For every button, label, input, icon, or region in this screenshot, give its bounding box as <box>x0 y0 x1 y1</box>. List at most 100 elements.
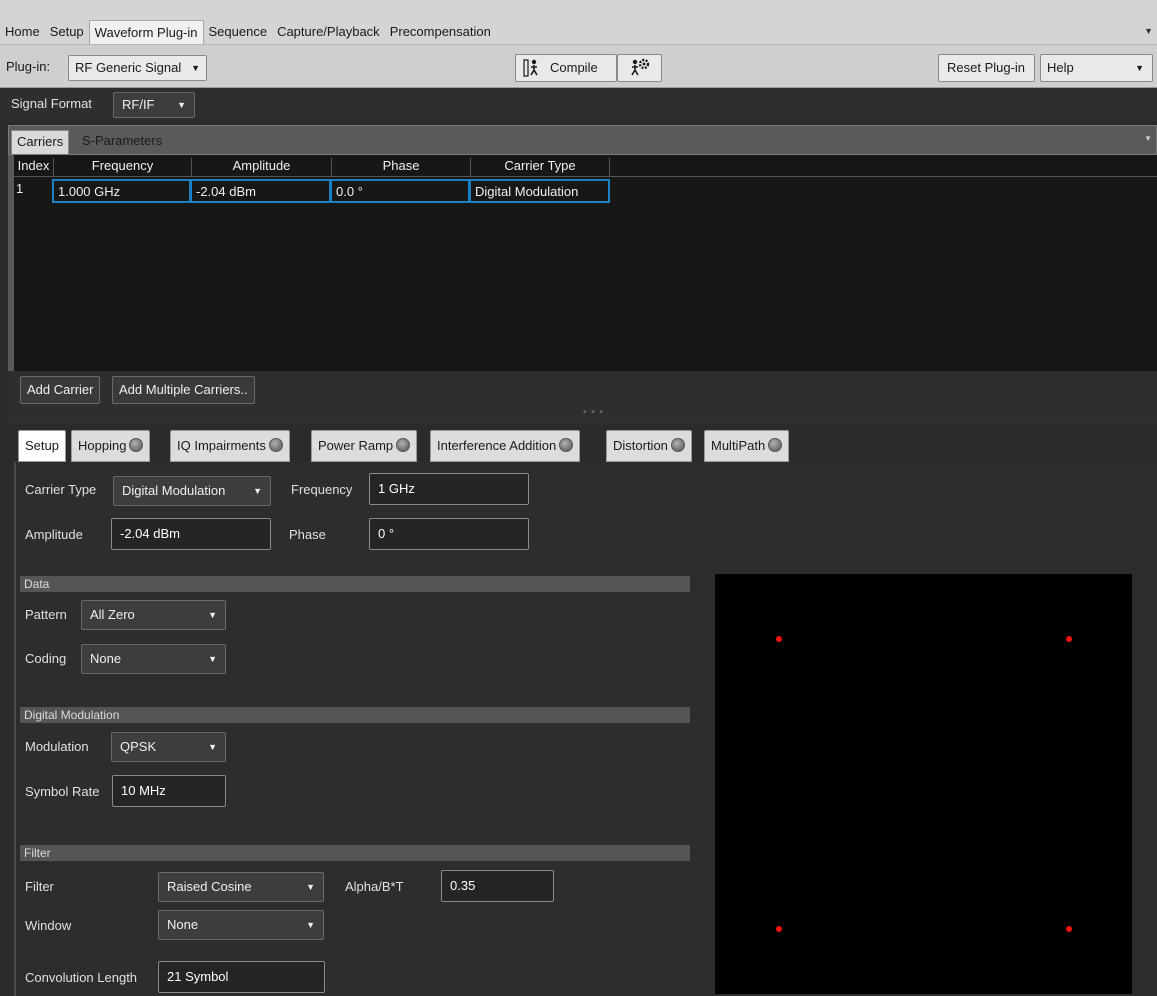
pattern-value: All Zero <box>90 607 135 622</box>
pattern-dropdown[interactable]: All Zero ▼ <box>81 600 226 630</box>
alpha-label: Alpha/B*T <box>345 879 404 894</box>
add-multiple-carriers-button[interactable]: Add Multiple Carriers.. <box>112 376 255 404</box>
coding-dropdown[interactable]: None ▼ <box>81 644 226 674</box>
main-menu-bar: Home Setup Waveform Plug-in Sequence Cap… <box>0 0 1157 44</box>
carrier-table: Index Frequency Amplitude Phase Carrier … <box>8 155 1157 371</box>
signal-format-dropdown[interactable]: RF/IF ▼ <box>113 92 195 118</box>
filter-dropdown[interactable]: Raised Cosine ▼ <box>158 872 324 902</box>
splitter-grip-icon[interactable]: • • • <box>583 407 604 418</box>
plugin-dropdown[interactable]: RF Generic Signal ▼ <box>68 55 207 81</box>
carrier-type-label: Carrier Type <box>25 482 97 497</box>
tab-label: IQ Impairments <box>177 438 266 453</box>
menu-precompensation[interactable]: Precompensation <box>385 20 496 44</box>
tab-power-ramp[interactable]: Power Ramp <box>311 430 418 462</box>
constellation-diagram <box>715 574 1132 994</box>
cell-frequency[interactable]: 1.000 GHz <box>52 179 191 203</box>
filter-value: Raised Cosine <box>167 879 252 894</box>
cell-phase[interactable]: 0.0 ° <box>330 179 470 203</box>
signal-format-label: Signal Format <box>11 96 92 111</box>
menu-home[interactable]: Home <box>0 20 45 44</box>
modulation-value: QPSK <box>120 739 157 754</box>
tab-carriers[interactable]: Carriers <box>11 130 70 154</box>
signal-format-bar: Signal Format RF/IF ▼ <box>0 88 1157 121</box>
tab-label: Hopping <box>78 438 127 453</box>
frequency-input[interactable]: 1 GHz <box>369 473 529 505</box>
symbol-rate-label: Symbol Rate <box>25 784 100 799</box>
modulation-dropdown[interactable]: QPSK ▼ <box>111 732 226 762</box>
gear-person-icon <box>631 58 650 76</box>
phase-input[interactable]: 0 ° <box>369 518 529 550</box>
chevron-down-icon: ▼ <box>1135 63 1144 73</box>
menu-sequence[interactable]: Sequence <box>204 20 273 44</box>
tab-multipath[interactable]: MultiPath <box>704 430 790 462</box>
carrier-tabs-bar: Carriers S-Parameters ▼ <box>8 125 1157 155</box>
symbol-rate-input[interactable]: 10 MHz <box>112 775 226 807</box>
amplitude-label: Amplitude <box>25 527 83 542</box>
cell-carrier-type[interactable]: Digital Modulation <box>469 179 610 203</box>
chevron-down-icon: ▼ <box>306 882 315 892</box>
cell-amplitude[interactable]: -2.04 dBm <box>190 179 331 203</box>
status-led-icon <box>768 438 783 452</box>
pattern-label: Pattern <box>25 607 67 622</box>
tab-hopping[interactable]: Hopping <box>71 430 151 462</box>
tab-label: Setup <box>25 438 59 453</box>
tab-distortion[interactable]: Distortion <box>606 430 692 462</box>
column-header-index[interactable]: Index <box>14 158 54 176</box>
column-header-frequency[interactable]: Frequency <box>54 158 192 176</box>
amplitude-input[interactable]: -2.04 dBm <box>111 518 271 550</box>
alpha-input[interactable]: 0.35 <box>441 870 554 902</box>
coding-value: None <box>90 651 122 666</box>
menu-capture-playback[interactable]: Capture/Playback <box>272 20 385 44</box>
coding-label: Coding <box>25 651 67 666</box>
constellation-point <box>1065 926 1072 932</box>
carrier-settings-tabs: Setup Hopping IQ Impairments Power Ramp … <box>8 426 1157 462</box>
menu-tabs: Home Setup Waveform Plug-in Sequence Cap… <box>0 20 496 44</box>
chevron-down-icon: ▼ <box>177 100 186 110</box>
chevron-down-icon: ▼ <box>306 920 315 930</box>
carrier-type-value: Digital Modulation <box>122 483 226 498</box>
tab-label: Interference Addition <box>437 438 557 453</box>
chevron-down-icon: ▼ <box>208 610 217 620</box>
tab-s-parameters[interactable]: S-Parameters <box>77 130 167 154</box>
modulation-label: Modulation <box>25 739 89 754</box>
convolution-length-input[interactable]: 21 Symbol <box>158 961 325 993</box>
chevron-down-icon: ▼ <box>191 63 200 73</box>
status-led-icon <box>396 438 411 452</box>
compile-settings-button[interactable] <box>617 54 662 82</box>
column-header-phase[interactable]: Phase <box>332 158 471 176</box>
tab-interference-addition[interactable]: Interference Addition <box>430 430 581 462</box>
data-section-header: Data <box>20 576 690 592</box>
plugin-label: Plug-in: <box>6 59 51 74</box>
compile-label: Compile <box>550 60 598 75</box>
chevron-down-icon: ▼ <box>208 742 217 752</box>
tab-iq-impairments[interactable]: IQ Impairments <box>170 430 290 462</box>
carrier-type-dropdown[interactable]: Digital Modulation ▼ <box>113 476 271 506</box>
column-header-amplitude[interactable]: Amplitude <box>192 158 332 176</box>
window-dropdown[interactable]: None ▼ <box>158 910 324 940</box>
tab-label: Power Ramp <box>318 438 394 453</box>
carrier-actions-bar: Add Carrier Add Multiple Carriers.. • • … <box>8 371 1157 423</box>
menu-waveform-plugin[interactable]: Waveform Plug-in <box>88 20 204 44</box>
reset-plugin-button[interactable]: Reset Plug-in <box>938 54 1035 82</box>
constellation-point <box>1065 636 1072 642</box>
constellation-point <box>775 636 782 642</box>
window-label: Window <box>25 918 72 933</box>
menu-overflow-icon[interactable]: ▼ <box>1144 26 1153 36</box>
status-led-icon <box>129 438 144 452</box>
chevron-down-icon: ▼ <box>253 486 262 496</box>
status-led-icon <box>670 438 685 452</box>
window-value: None <box>167 917 199 932</box>
plugin-toolbar: Plug-in: RF Generic Signal ▼ Compile Res… <box>0 44 1157 88</box>
help-dropdown[interactable]: Help ▼ <box>1040 54 1153 82</box>
signal-format-value: RF/IF <box>122 97 155 112</box>
add-carrier-button[interactable]: Add Carrier <box>20 376 101 404</box>
tab-label: MultiPath <box>711 438 766 453</box>
menu-setup[interactable]: Setup <box>45 20 89 44</box>
tab-setup[interactable]: Setup <box>18 430 66 462</box>
filter-section-header: Filter <box>20 845 690 861</box>
convolution-length-label: Convolution Length <box>25 970 138 985</box>
chevron-down-icon: ▼ <box>208 654 217 664</box>
column-header-carrier-type[interactable]: Carrier Type <box>471 158 610 176</box>
compile-button[interactable]: Compile <box>515 54 617 82</box>
tabs-overflow-icon[interactable]: ▼ <box>1144 134 1152 143</box>
